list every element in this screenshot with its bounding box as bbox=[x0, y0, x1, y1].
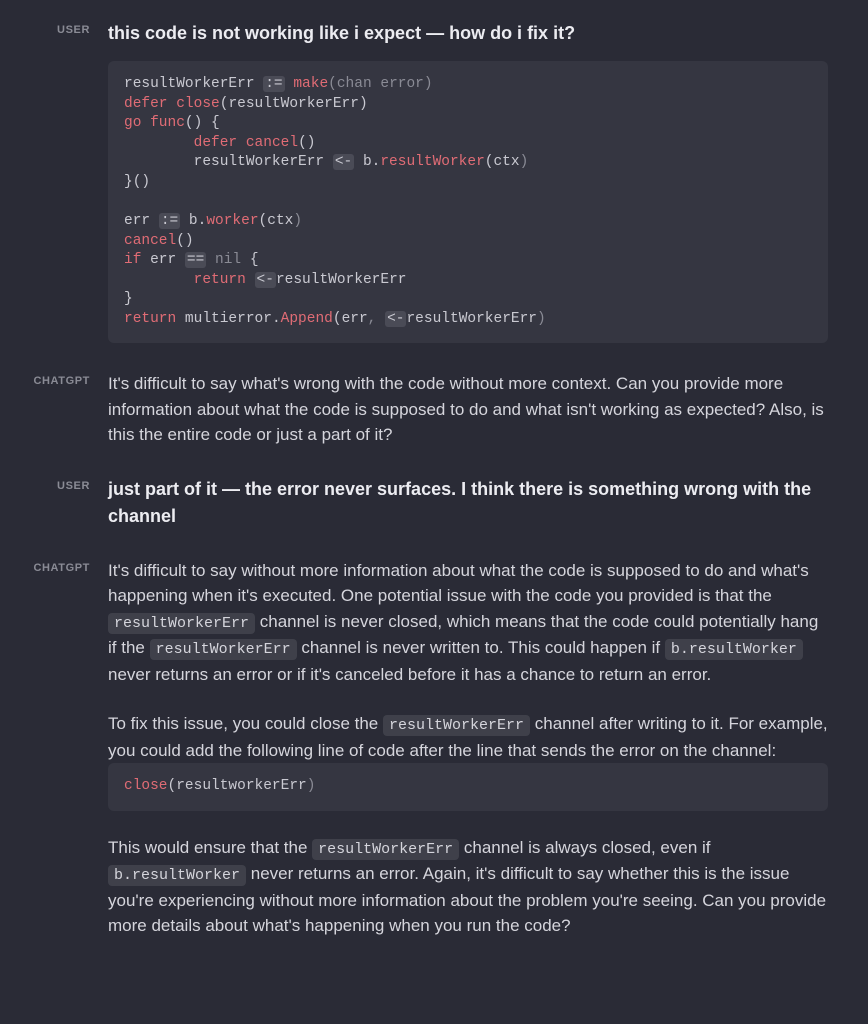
role-label-assistant: CHATGPT bbox=[20, 371, 108, 448]
code-token: ) bbox=[520, 154, 529, 170]
code-token: } bbox=[124, 291, 133, 307]
code-token: ( bbox=[168, 778, 177, 794]
code-token: ) bbox=[359, 96, 368, 112]
code-token: resultWorkerErr bbox=[228, 96, 359, 112]
role-label-user: USER bbox=[20, 20, 108, 343]
code-token: close bbox=[176, 96, 220, 112]
code-token: ) bbox=[293, 213, 302, 229]
inline-code: b.resultWorker bbox=[665, 639, 803, 660]
assistant-message-content: It's difficult to say without more infor… bbox=[108, 558, 828, 939]
inline-code: resultWorkerErr bbox=[150, 639, 297, 660]
code-token bbox=[141, 115, 150, 131]
code-block-go: resultWorkerErr := make(chan error) defe… bbox=[108, 61, 828, 343]
code-token: := bbox=[159, 213, 180, 229]
code-token: ) bbox=[537, 311, 546, 327]
code-token: ) bbox=[424, 76, 433, 92]
code-token: ctx bbox=[267, 213, 293, 229]
code-token: err bbox=[141, 252, 185, 268]
code-token: }() bbox=[124, 174, 150, 190]
code-token: defer bbox=[124, 96, 168, 112]
assistant-paragraph: This would ensure that the resultWorkerE… bbox=[108, 835, 828, 939]
user-message-text: just part of it — the error never surfac… bbox=[108, 476, 828, 530]
role-label-assistant: CHATGPT bbox=[20, 558, 108, 939]
inline-code: b.resultWorker bbox=[108, 865, 246, 886]
code-token: resultworkerErr bbox=[176, 778, 307, 794]
code-token: <- bbox=[255, 272, 276, 288]
code-token: ( bbox=[259, 213, 268, 229]
inline-code: resultWorkerErr bbox=[108, 613, 255, 634]
code-token: () { bbox=[185, 115, 220, 131]
code-token: resultWorkerErr bbox=[406, 311, 537, 327]
code-token bbox=[376, 311, 385, 327]
code-token: ( bbox=[328, 76, 337, 92]
code-token: <- bbox=[333, 154, 354, 170]
code-token: cancel bbox=[246, 135, 298, 151]
role-label-user: USER bbox=[20, 476, 108, 530]
inline-code: resultWorkerErr bbox=[312, 839, 459, 860]
code-token: nil bbox=[215, 252, 241, 268]
code-token: <- bbox=[385, 311, 406, 327]
code-token: worker bbox=[206, 213, 258, 229]
code-token: resultWorkerErr bbox=[124, 76, 263, 92]
assistant-paragraph: To fix this issue, you could close the r… bbox=[108, 711, 828, 763]
code-token: close bbox=[124, 778, 168, 794]
code-token: == bbox=[185, 252, 206, 268]
message-row-assistant-2: CHATGPT It's difficult to say without mo… bbox=[20, 558, 828, 939]
message-content: this code is not working like i expect —… bbox=[108, 20, 828, 343]
code-token: err bbox=[124, 213, 159, 229]
code-token: defer bbox=[194, 135, 238, 151]
code-token: error bbox=[380, 76, 424, 92]
message-row-user-2: USER just part of it — the error never s… bbox=[20, 476, 828, 530]
code-token: return bbox=[194, 272, 246, 288]
code-token: resultWorkerErr bbox=[276, 272, 407, 288]
code-token: := bbox=[263, 76, 284, 92]
code-token: cancel bbox=[124, 233, 176, 249]
message-row-user-1: USER this code is not working like i exp… bbox=[20, 20, 828, 343]
assistant-paragraph: It's difficult to say without more infor… bbox=[108, 558, 828, 688]
code-token: { bbox=[241, 252, 258, 268]
code-token: b bbox=[180, 213, 197, 229]
assistant-message-text: It's difficult to say what's wrong with … bbox=[108, 371, 828, 448]
code-token: ) bbox=[307, 778, 316, 794]
code-token: if bbox=[124, 252, 141, 268]
code-token: go bbox=[124, 115, 141, 131]
code-token: ctx bbox=[493, 154, 519, 170]
code-token: func bbox=[150, 115, 185, 131]
code-token: chan bbox=[337, 76, 372, 92]
code-token bbox=[124, 135, 194, 151]
message-row-assistant-1: CHATGPT It's difficult to say what's wro… bbox=[20, 371, 828, 448]
code-token bbox=[124, 272, 194, 288]
code-token: return bbox=[124, 311, 176, 327]
code-token: resultWorker bbox=[380, 154, 484, 170]
code-token: b bbox=[354, 154, 371, 170]
code-token bbox=[246, 272, 255, 288]
code-token: () bbox=[298, 135, 315, 151]
code-token: Append bbox=[281, 311, 333, 327]
code-token: make bbox=[293, 76, 328, 92]
user-message-text: this code is not working like i expect —… bbox=[108, 20, 828, 47]
code-block-fix: close(resultworkerErr) bbox=[108, 763, 828, 811]
code-token: resultWorkerErr bbox=[124, 154, 333, 170]
code-token bbox=[206, 252, 215, 268]
code-token: multierror bbox=[176, 311, 272, 327]
code-token: . bbox=[272, 311, 281, 327]
code-token: () bbox=[176, 233, 193, 249]
message-content: just part of it — the error never surfac… bbox=[108, 476, 828, 530]
code-token bbox=[237, 135, 246, 151]
inline-code: resultWorkerErr bbox=[383, 715, 530, 736]
code-token: ( bbox=[333, 311, 342, 327]
code-token: err bbox=[342, 311, 368, 327]
code-token bbox=[168, 96, 177, 112]
